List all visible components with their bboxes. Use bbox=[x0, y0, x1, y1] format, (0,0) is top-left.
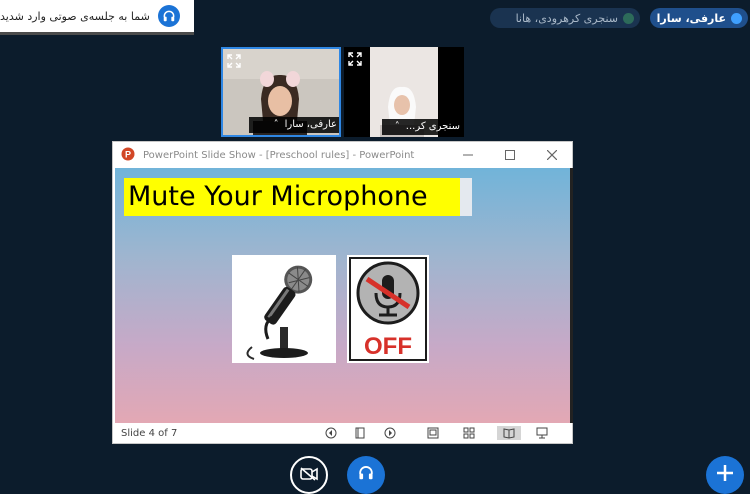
slide-sorter-icon[interactable] bbox=[462, 426, 476, 440]
slide-menu-icon[interactable] bbox=[353, 426, 367, 440]
talking-indicator-icon bbox=[731, 12, 742, 24]
window-titlebar[interactable]: P PowerPoint Slide Show - [Preschool rul… bbox=[113, 142, 572, 168]
plus-icon bbox=[716, 464, 734, 486]
leave-audio-button[interactable] bbox=[347, 456, 385, 494]
minimize-icon[interactable] bbox=[461, 148, 475, 162]
expand-icon[interactable] bbox=[348, 51, 362, 70]
maximize-icon[interactable] bbox=[503, 148, 517, 162]
powerpoint-icon: P bbox=[121, 146, 135, 165]
slide-content[interactable]: Mute Your Microphone OFF bbox=[115, 168, 573, 423]
slideshow-statusbar: Slide 4 of 7 bbox=[113, 423, 572, 443]
toast-message: شما به جلسه‌ی صوتی وارد شدید bbox=[0, 9, 150, 23]
video-tile-2[interactable]: سنجری کر... ˄ bbox=[344, 47, 464, 137]
title-box-edge bbox=[460, 178, 472, 216]
reading-view-icon[interactable] bbox=[497, 426, 521, 440]
slide-counter: Slide 4 of 7 bbox=[121, 427, 178, 439]
actions-button[interactable] bbox=[706, 456, 744, 494]
microphone-image bbox=[232, 255, 336, 363]
user-name: سنجری کرهرودی، هانا bbox=[515, 11, 618, 25]
powerpoint-window[interactable]: P PowerPoint Slide Show - [Preschool rul… bbox=[112, 141, 573, 444]
mic-off-image: OFF bbox=[347, 255, 429, 363]
expand-icon[interactable] bbox=[227, 53, 241, 72]
close-icon[interactable] bbox=[545, 148, 559, 162]
video-off-icon bbox=[300, 466, 318, 485]
video-name-label: سنجری کر... ˄ bbox=[382, 119, 464, 135]
status-dot-icon bbox=[623, 12, 634, 24]
svg-text:P: P bbox=[125, 149, 131, 159]
microphone-icon bbox=[232, 255, 336, 363]
window-title: PowerPoint Slide Show - [Preschool rules… bbox=[143, 149, 415, 161]
normal-view-icon[interactable] bbox=[426, 426, 440, 440]
headphones-icon bbox=[157, 5, 180, 27]
user-pill-current[interactable]: عارفی، سارا bbox=[650, 8, 748, 28]
video-tile-1[interactable]: عارفی، سارا ˄ bbox=[221, 47, 341, 137]
share-webcam-button[interactable] bbox=[290, 456, 328, 494]
video-name-label: عارفی، سارا ˄ bbox=[249, 117, 339, 133]
audio-joined-toast: شما به جلسه‌ی صوتی وارد شدید bbox=[0, 0, 194, 35]
prev-slide-icon[interactable] bbox=[324, 426, 338, 440]
off-label: OFF bbox=[364, 333, 412, 360]
user-name: عارفی، سارا bbox=[656, 11, 726, 25]
next-slide-icon[interactable] bbox=[383, 426, 397, 440]
slide-title: Mute Your Microphone bbox=[124, 178, 460, 216]
chevron-up-icon[interactable]: ˄ bbox=[395, 119, 400, 135]
user-pill-other[interactable]: سنجری کرهرودی، هانا bbox=[490, 8, 640, 28]
headphones-icon bbox=[357, 464, 375, 484]
slide-show-icon[interactable] bbox=[535, 426, 549, 440]
mic-off-icon: OFF bbox=[347, 255, 429, 363]
chevron-up-icon[interactable]: ˄ bbox=[274, 117, 279, 133]
